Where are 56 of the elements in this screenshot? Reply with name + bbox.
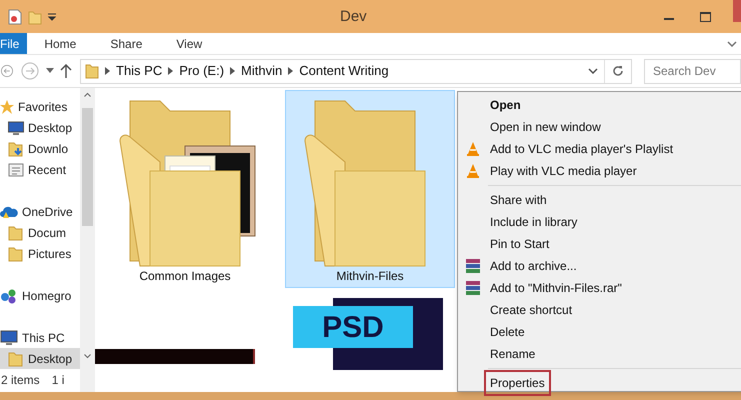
ribbon-tab[interactable]: View	[159, 33, 220, 54]
books-icon	[466, 259, 480, 273]
chevron-icon[interactable]	[230, 67, 236, 75]
breadcrumb[interactable]: Mithvin	[241, 61, 282, 81]
address-bar[interactable]: This PC Pro (E:) Mithvin Content Writing	[80, 58, 632, 84]
folder-item[interactable]: Mithvin-Files	[285, 90, 455, 288]
folder-icon	[8, 350, 24, 366]
folder-icon	[85, 63, 99, 79]
nav-item[interactable]: Desktop	[0, 348, 80, 369]
scroll-down-icon[interactable]	[84, 354, 91, 359]
scrollbar[interactable]	[80, 88, 95, 392]
ribbon-tab[interactable]: Home	[27, 33, 94, 54]
nav-item[interactable]: Recent	[0, 159, 80, 180]
breadcrumb[interactable]: Content Writing	[299, 61, 389, 81]
scrollbar-thumb[interactable]	[82, 108, 93, 226]
nav-item[interactable]: Downlo	[0, 138, 80, 159]
chevron-icon[interactable]	[105, 67, 110, 75]
nav-item[interactable]: Homegro	[0, 285, 80, 306]
menu-item[interactable]: Properties	[484, 370, 551, 396]
chevron-icon[interactable]	[168, 67, 174, 75]
ribbon-tab[interactable]: Share	[93, 33, 160, 54]
breadcrumb[interactable]: This PC	[116, 61, 162, 81]
dropdown-icon[interactable]	[48, 12, 56, 20]
search-field[interactable]: Search Dev	[644, 58, 741, 84]
homegroup-icon	[0, 288, 18, 304]
traffic-cone-icon	[467, 164, 479, 178]
folder-icon	[8, 224, 24, 240]
ribbon-tab[interactable]: File	[0, 33, 28, 54]
breadcrumb[interactable]: Pro (E:)	[179, 61, 224, 81]
nav-item[interactable]: Pictures	[0, 243, 80, 264]
nav-item[interactable]: This PC	[0, 327, 80, 348]
dropdown-icon[interactable]	[588, 68, 598, 74]
download-folder-icon	[8, 140, 24, 156]
status-text: 2 items	[1, 372, 40, 389]
nav-item[interactable]: Docum	[0, 222, 80, 243]
cloud-icon	[0, 204, 18, 218]
status-text: 1 i	[52, 372, 64, 389]
refresh-icon[interactable]	[612, 65, 624, 77]
maximize-icon[interactable]	[700, 12, 711, 22]
nav-item[interactable]: Favorites	[0, 96, 80, 117]
monitor-icon	[8, 120, 24, 134]
computer-icon	[0, 330, 18, 346]
recent-locations-icon[interactable]	[46, 68, 54, 74]
star-icon	[0, 100, 14, 114]
folder-item[interactable]: Common Images	[100, 90, 270, 288]
expand-ribbon-icon[interactable]	[727, 40, 737, 46]
nav-item[interactable]: Desktop	[0, 117, 80, 138]
nav-item[interactable]: OneDrive	[0, 201, 80, 222]
books-icon	[466, 281, 480, 295]
recent-places-icon	[8, 162, 24, 178]
scroll-up-icon[interactable]	[84, 92, 91, 97]
window-title: Dev	[340, 7, 367, 27]
up-arrow-icon[interactable]	[60, 64, 72, 78]
folder-icon	[8, 246, 24, 262]
traffic-cone-icon	[467, 142, 479, 156]
chevron-icon[interactable]	[288, 67, 294, 75]
